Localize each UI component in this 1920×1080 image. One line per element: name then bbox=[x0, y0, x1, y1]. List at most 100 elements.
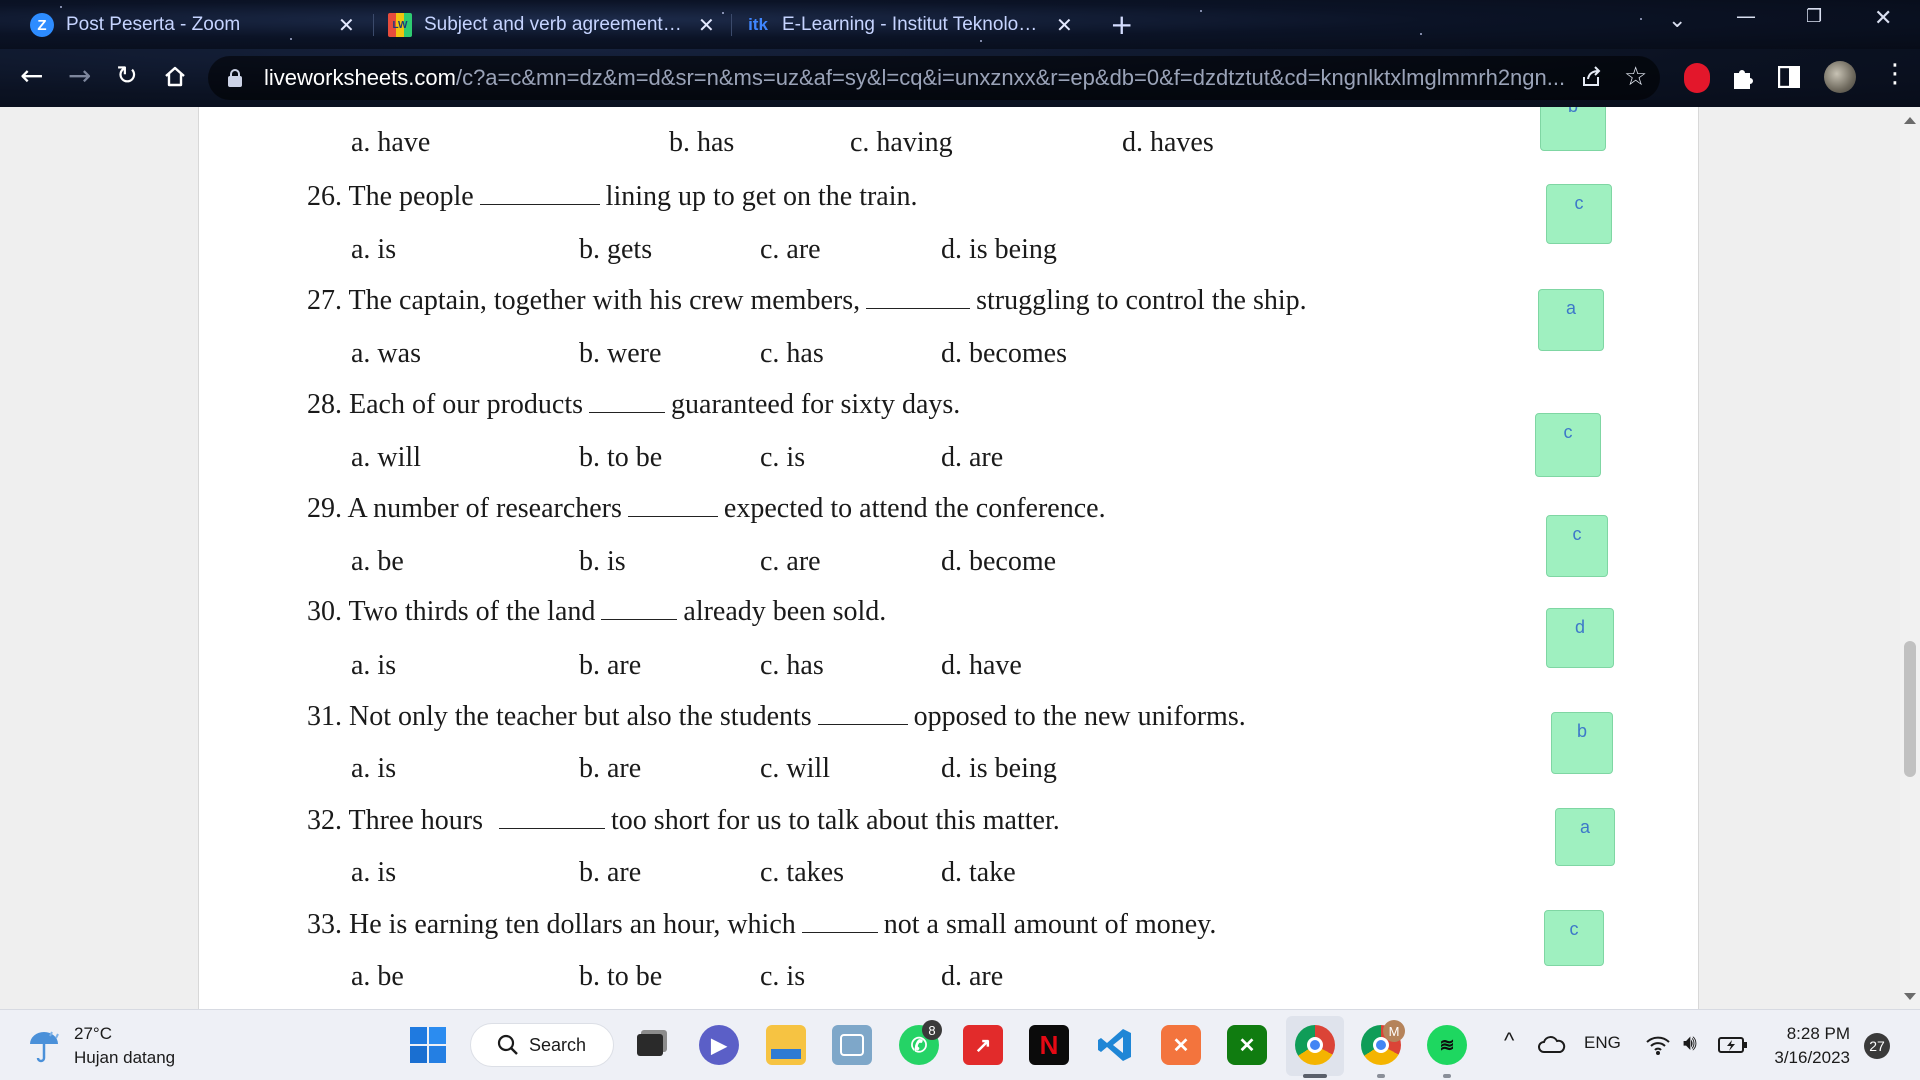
battery-charging-icon[interactable] bbox=[1718, 1036, 1748, 1054]
spotify-icon[interactable]: ≋ bbox=[1427, 1025, 1467, 1065]
option-a: a. is bbox=[351, 650, 397, 681]
teams-chat-icon[interactable]: ▶ bbox=[699, 1025, 739, 1065]
answer-box[interactable]: a bbox=[1555, 808, 1615, 866]
system-clock[interactable]: 8:28 PM 3/16/2023 bbox=[1760, 1022, 1850, 1070]
home-icon[interactable] bbox=[163, 65, 187, 89]
vscode-icon[interactable] bbox=[1095, 1025, 1135, 1065]
option-a: a. be bbox=[351, 546, 404, 577]
option-d: d. is being bbox=[941, 753, 1057, 784]
weather-description: Hujan datang bbox=[74, 1048, 176, 1067]
extension-adblock-icon[interactable] bbox=[1684, 63, 1710, 93]
answer-box[interactable]: b bbox=[1540, 107, 1606, 151]
task-view-icon[interactable] bbox=[630, 1025, 670, 1065]
weather-widget[interactable]: 27°C Hujan datang bbox=[26, 1022, 175, 1070]
question-31: 31. Not only the teacher but also the st… bbox=[307, 701, 1246, 732]
background-star bbox=[1640, 18, 1642, 20]
xbox-icon[interactable]: ✕ bbox=[1227, 1025, 1267, 1065]
option-c: c. takes bbox=[760, 857, 844, 888]
option-b: b. has bbox=[669, 127, 735, 158]
option-c: c. is bbox=[760, 961, 806, 992]
url-text: liveworksheets.com/c?a=c&mn=dz&m=d&sr=n&… bbox=[264, 65, 1564, 90]
question-27: 27. The captain, together with his crew … bbox=[307, 285, 1307, 316]
scroll-down-arrow-icon[interactable] bbox=[1904, 993, 1916, 1000]
profile-avatar[interactable] bbox=[1824, 61, 1856, 93]
side-panel-icon[interactable] bbox=[1778, 66, 1800, 88]
question-32: 32. Three hours too short for us to talk … bbox=[307, 805, 1060, 836]
back-arrow-icon[interactable]: ← bbox=[20, 61, 43, 91]
share-icon[interactable] bbox=[1580, 65, 1604, 89]
scroll-up-arrow-icon[interactable] bbox=[1904, 117, 1916, 124]
file-explorer-icon[interactable] bbox=[766, 1025, 806, 1065]
answer-box[interactable]: a bbox=[1538, 289, 1604, 351]
option-d: d. become bbox=[941, 546, 1057, 577]
windows-taskbar: 27°C Hujan datang Search ▶ ✆ 8 ↗ N ✕ ✕ M… bbox=[0, 1009, 1920, 1080]
windows-start-icon[interactable] bbox=[409, 1026, 447, 1064]
xampp-icon[interactable]: ✕ bbox=[1161, 1025, 1201, 1065]
address-bar[interactable]: liveworksheets.com/c?a=c&mn=dz&m=d&sr=n&… bbox=[208, 56, 1660, 100]
tab-elearning-itk[interactable]: itk E-Learning - Institut Teknologi K ✕ bbox=[746, 9, 1076, 41]
option-a: a. be bbox=[351, 961, 404, 992]
window-close-icon[interactable]: ✕ bbox=[1874, 6, 1892, 31]
option-c: c. is bbox=[760, 442, 806, 473]
extensions-puzzle-icon[interactable] bbox=[1730, 65, 1756, 91]
option-a: a. is bbox=[351, 753, 397, 784]
lock-icon[interactable] bbox=[228, 69, 242, 87]
answer-box[interactable]: c bbox=[1544, 910, 1604, 966]
option-b: b. are bbox=[579, 753, 642, 784]
option-b: b. are bbox=[579, 857, 642, 888]
chrome-icon[interactable] bbox=[1295, 1025, 1335, 1065]
answer-blank bbox=[601, 596, 678, 620]
onedrive-cloud-icon[interactable] bbox=[1538, 1036, 1566, 1054]
notification-count-badge[interactable]: 27 bbox=[1864, 1033, 1890, 1059]
chrome-profile-badge: M bbox=[1383, 1020, 1405, 1042]
language-indicator[interactable]: ENG bbox=[1584, 1033, 1621, 1053]
tray-chevron-up-icon[interactable]: ^ bbox=[1504, 1028, 1514, 1054]
running-indicator bbox=[1377, 1074, 1385, 1078]
option-d: d. take bbox=[941, 857, 1016, 888]
wifi-icon[interactable] bbox=[1645, 1034, 1671, 1056]
forward-arrow-icon[interactable]: → bbox=[68, 61, 91, 91]
answer-box[interactable]: c bbox=[1535, 413, 1601, 477]
reload-icon[interactable]: ↻ bbox=[116, 61, 138, 91]
scroll-thumb[interactable] bbox=[1904, 641, 1916, 777]
close-tab-icon[interactable]: ✕ bbox=[338, 13, 355, 38]
restore-icon[interactable]: ❐ bbox=[1806, 6, 1822, 27]
tab-zoom[interactable]: Z Post Peserta - Zoom ✕ bbox=[30, 9, 360, 41]
whatsapp-badge: 8 bbox=[922, 1020, 942, 1040]
option-b: b. is bbox=[579, 546, 626, 577]
option-d: d. are bbox=[941, 442, 1004, 473]
background-star bbox=[60, 6, 62, 8]
volume-icon[interactable]: 🔊︎ bbox=[1683, 1030, 1697, 1056]
photos-app-icon[interactable] bbox=[832, 1025, 872, 1065]
cut-off-question bbox=[309, 107, 929, 111]
answer-box[interactable]: c bbox=[1546, 184, 1612, 244]
tab-search-chevron-icon[interactable]: ⌄ bbox=[1668, 8, 1686, 33]
answer-box[interactable]: d bbox=[1546, 608, 1614, 668]
close-tab-icon[interactable]: ✕ bbox=[698, 13, 715, 38]
amd-software-icon[interactable]: ↗ bbox=[963, 1025, 1003, 1065]
browser-menu-icon[interactable]: ⋮ bbox=[1882, 59, 1908, 89]
option-d: d. haves bbox=[1122, 127, 1214, 158]
option-c: c. are bbox=[760, 234, 821, 265]
taskbar-search[interactable]: Search bbox=[470, 1023, 614, 1067]
running-indicator bbox=[1443, 1074, 1451, 1078]
close-tab-icon[interactable]: ✕ bbox=[1056, 13, 1073, 38]
option-a: a. was bbox=[351, 338, 421, 369]
option-a: a. will bbox=[351, 442, 421, 473]
new-tab-button[interactable]: + bbox=[1110, 8, 1133, 41]
option-b: b. are bbox=[579, 650, 642, 681]
liveworksheets-icon: LW bbox=[388, 13, 412, 37]
page-scrollbar[interactable] bbox=[1900, 107, 1920, 1009]
netflix-icon[interactable]: N bbox=[1029, 1025, 1069, 1065]
answer-blank bbox=[801, 909, 878, 933]
option-d: d. have bbox=[941, 650, 1022, 681]
option-a: a. have bbox=[351, 127, 431, 158]
answer-box[interactable]: c bbox=[1546, 515, 1608, 577]
tab-liveworksheets[interactable]: LW Subject and verb agreement onli ✕ bbox=[388, 9, 718, 41]
answer-box[interactable]: b bbox=[1551, 712, 1613, 774]
answer-blank bbox=[627, 493, 718, 517]
itk-icon: itk bbox=[748, 15, 768, 34]
tab-title: Subject and verb agreement onli bbox=[424, 14, 686, 35]
minimize-icon[interactable]: — bbox=[1736, 4, 1756, 28]
bookmark-star-icon[interactable]: ☆ bbox=[1624, 62, 1647, 92]
